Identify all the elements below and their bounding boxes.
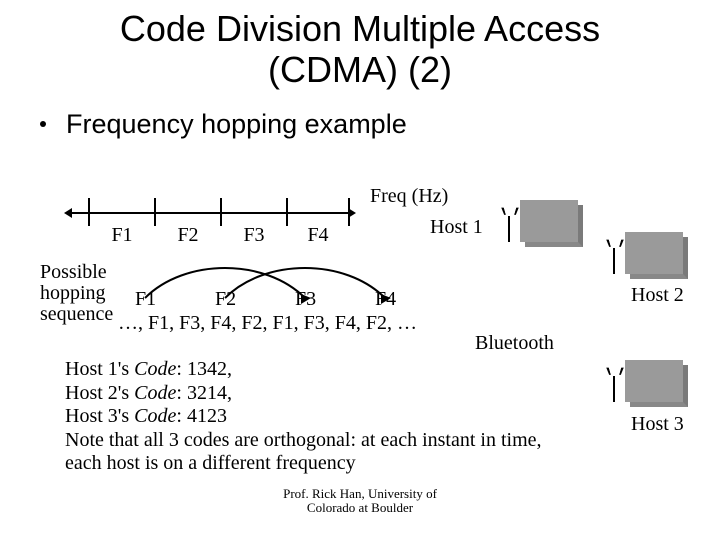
code-word: Code [134,382,176,404]
antenna-icon [613,248,615,274]
hop-node: F4 [375,288,396,311]
axis-tick [286,198,288,226]
frequency-axis: F1 F2 F3 F4 [70,190,370,250]
title-line-1: Code Division Multiple Access [120,8,600,49]
code-line: : 4123 [176,405,227,427]
code-line: Host 3's [65,405,134,427]
axis-tick [88,198,90,226]
code-word: Code [134,405,176,427]
axis-label: F3 [243,224,264,247]
bullet-dot-icon [40,121,46,127]
hop-node: F2 [215,288,236,311]
axis-line-icon [70,212,350,214]
host2-label: Host 2 [631,284,684,307]
axis-label: F4 [307,224,328,247]
monitor-icon [625,232,683,274]
host1-icon [520,200,578,242]
hop-label-line: Possible [40,261,107,283]
host1-label: Host 1 [430,216,483,239]
code-line: : 1342, [176,358,232,380]
code-word: Code [134,358,176,380]
host3-label: Host 3 [631,413,684,436]
axis-label: F2 [177,224,198,247]
axis-tick [220,198,222,226]
host2-icon [625,232,683,274]
monitor-icon [520,200,578,242]
footer: Prof. Rick Han, University of Colorado a… [0,487,720,514]
axis-label: F1 [111,224,132,247]
code-note: Note that all 3 codes are orthogonal: at… [65,429,542,475]
freq-caption: Freq (Hz) [370,185,448,208]
footer-line: Colorado at Boulder [307,500,413,515]
code-line: Host 2's [65,382,134,404]
host3-icon [625,360,683,402]
code-line: : 3214, [176,382,232,404]
hopping-label: Possible hopping sequence [40,262,113,325]
hop-node: F3 [295,288,316,311]
hopping-arcs-icon [125,250,455,310]
code-line: Host 1's [65,358,134,380]
hopping-sequence: …, F1, F3, F4, F2, F1, F3, F4, F2, … [118,312,417,335]
title-line-2: (CDMA) (2) [268,49,452,90]
slide-title: Code Division Multiple Access (CDMA) (2) [0,0,720,91]
bullet-row: Frequency hopping example [40,109,720,140]
antenna-icon [508,216,510,242]
axis-tick [348,198,350,226]
hop-label-line: sequence [40,303,113,325]
bluetooth-label: Bluetooth [475,332,554,355]
antenna-icon [613,376,615,402]
hop-node: F1 [135,288,156,311]
axis-tick [154,198,156,226]
codes-text: Host 1's Code: 1342, Host 2's Code: 3214… [65,358,555,476]
bullet-text: Frequency hopping example [66,109,407,140]
hop-label-line: hopping [40,282,106,304]
monitor-icon [625,360,683,402]
